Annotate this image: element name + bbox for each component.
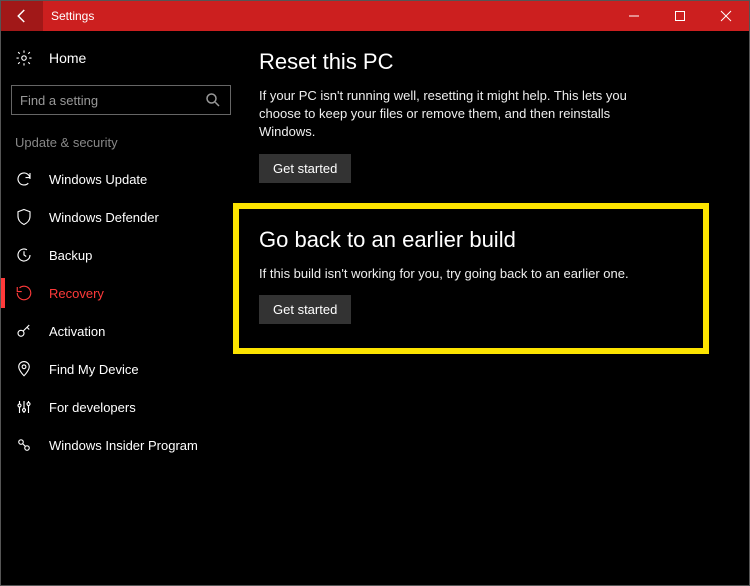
developer-icon <box>15 398 33 416</box>
reset-pc-button[interactable]: Get started <box>259 154 351 183</box>
shield-icon <box>15 208 33 226</box>
window-controls <box>611 1 749 31</box>
main-content: Reset this PC If your PC isn't running w… <box>241 31 749 585</box>
titlebar: Settings <box>1 1 749 31</box>
search-input[interactable]: Find a setting <box>11 85 231 115</box>
sidebar-item-activation[interactable]: Activation <box>1 312 241 350</box>
search-icon <box>204 91 222 109</box>
sidebar-item-windows-defender[interactable]: Windows Defender <box>1 198 241 236</box>
recovery-icon <box>15 284 33 302</box>
sidebar: Home Find a setting Update & security Wi… <box>1 31 241 585</box>
home-link[interactable]: Home <box>1 41 241 81</box>
close-button[interactable] <box>703 1 749 31</box>
maximize-button[interactable] <box>657 1 703 31</box>
arrow-left-icon <box>13 7 31 25</box>
sidebar-item-label: Backup <box>49 248 92 263</box>
sidebar-item-find-my-device[interactable]: Find My Device <box>1 350 241 388</box>
reset-pc-desc: If your PC isn't running well, resetting… <box>259 87 659 142</box>
sync-icon <box>15 170 33 188</box>
home-label: Home <box>49 50 86 66</box>
sidebar-item-for-developers[interactable]: For developers <box>1 388 241 426</box>
sidebar-item-label: Recovery <box>49 286 104 301</box>
minimize-button[interactable] <box>611 1 657 31</box>
back-button[interactable] <box>1 1 43 31</box>
key-icon <box>15 322 33 340</box>
highlighted-section: Go back to an earlier build If this buil… <box>233 203 709 354</box>
go-back-title: Go back to an earlier build <box>259 227 683 253</box>
sidebar-item-backup[interactable]: Backup <box>1 236 241 274</box>
go-back-button[interactable]: Get started <box>259 295 351 324</box>
sidebar-item-label: Windows Update <box>49 172 147 187</box>
go-back-desc: If this build isn't working for you, try… <box>259 265 659 283</box>
sidebar-item-label: Activation <box>49 324 105 339</box>
sidebar-group-label: Update & security <box>1 129 241 160</box>
reset-pc-title: Reset this PC <box>259 49 719 75</box>
sidebar-item-recovery[interactable]: Recovery <box>1 274 241 312</box>
sidebar-item-insider[interactable]: Windows Insider Program <box>1 426 241 464</box>
backup-icon <box>15 246 33 264</box>
location-icon <box>15 360 33 378</box>
insider-icon <box>15 436 33 454</box>
sidebar-item-label: For developers <box>49 400 136 415</box>
sidebar-item-label: Windows Insider Program <box>49 438 198 453</box>
go-back-section: Go back to an earlier build If this buil… <box>259 227 683 324</box>
sidebar-item-windows-update[interactable]: Windows Update <box>1 160 241 198</box>
sidebar-item-label: Find My Device <box>49 362 139 377</box>
app-title: Settings <box>51 9 611 23</box>
reset-pc-section: Reset this PC If your PC isn't running w… <box>259 49 719 183</box>
gear-icon <box>15 49 33 67</box>
search-placeholder: Find a setting <box>20 93 204 108</box>
sidebar-item-label: Windows Defender <box>49 210 159 225</box>
